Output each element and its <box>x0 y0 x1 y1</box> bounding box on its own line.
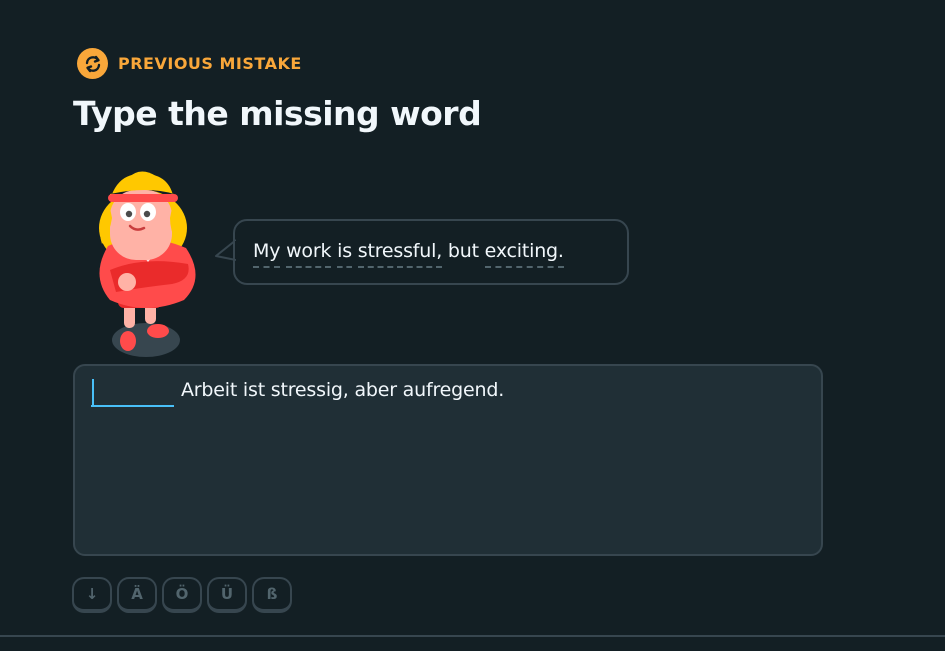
page-title: Type the missing word <box>73 94 482 133</box>
previous-mistake-label: PREVIOUS MISTAKE <box>118 54 302 73</box>
key-a-umlaut[interactable]: Ä <box>117 577 157 613</box>
text-cursor <box>92 379 94 406</box>
key-o-umlaut[interactable]: Ö <box>162 577 202 613</box>
prompt-word: but <box>447 240 479 262</box>
key-u-umlaut[interactable]: Ü <box>207 577 247 613</box>
refresh-icon <box>77 48 108 79</box>
footer-divider <box>0 635 945 637</box>
key-eszett[interactable]: ß <box>252 577 292 613</box>
prompt-word[interactable]: stressful, <box>357 240 442 268</box>
previous-mistake-badge: PREVIOUS MISTAKE <box>77 48 302 79</box>
exercise-page: PREVIOUS MISTAKE Type the missing word M… <box>0 0 945 651</box>
special-characters-bar: ↓ Ä Ö Ü ß <box>72 577 292 613</box>
missing-word-input[interactable] <box>91 377 174 407</box>
prompt-sentence: My work is stressful, but exciting. <box>253 240 564 268</box>
answer-area: Arbeit ist stressig, aber aufregend. <box>73 364 823 556</box>
prompt-word[interactable]: My <box>253 240 280 268</box>
key-down-arrow[interactable]: ↓ <box>72 577 112 613</box>
prompt-word[interactable]: is <box>337 240 352 268</box>
character-illustration <box>88 168 213 363</box>
sentence-remainder: Arbeit ist stressig, aber aufregend. <box>181 379 505 401</box>
prompt-word[interactable]: exciting. <box>484 240 564 268</box>
speech-bubble: My work is stressful, but exciting. <box>233 219 629 285</box>
prompt-word[interactable]: work <box>286 240 331 268</box>
